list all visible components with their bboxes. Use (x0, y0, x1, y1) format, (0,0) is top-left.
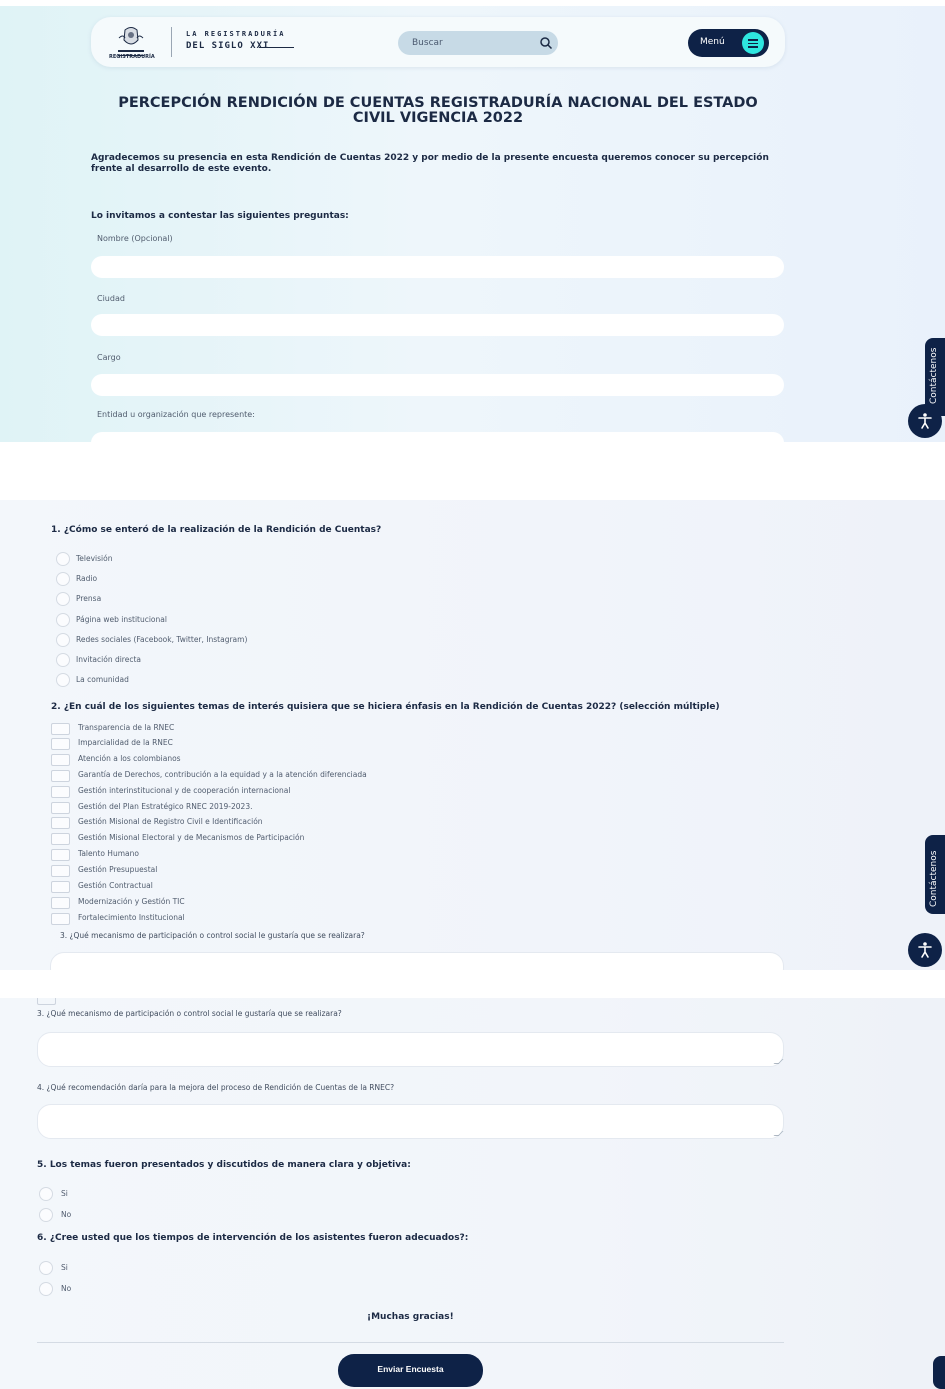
logo-text-line1: LA REGISTRADURÍA (186, 30, 286, 38)
q4-textarea[interactable] (37, 1104, 784, 1139)
option-label: Página web institucional (76, 615, 167, 624)
contact-side-tab[interactable]: Contáctenos (925, 835, 945, 914)
q1-title: 1. ¿Cómo se enteró de la realización de … (51, 525, 382, 535)
checkbox[interactable] (51, 786, 70, 798)
radio-button[interactable] (56, 633, 70, 647)
checkbox[interactable] (51, 817, 70, 829)
radio-button[interactable] (56, 673, 70, 687)
questions-section: 1. ¿Cómo se enteró de la realización de … (0, 500, 945, 970)
radio-button[interactable] (56, 552, 70, 566)
name-label: Nombre (Opcional) (97, 234, 173, 243)
contact-tab-label: Contáctenos (929, 850, 939, 907)
logo-divider (171, 27, 172, 57)
site-header: REGISTRADURÍA LA REGISTRADURÍA DEL SIGLO… (91, 17, 785, 67)
submit-label: Enviar Encuesta (377, 1364, 444, 1374)
position-field[interactable] (91, 374, 784, 396)
checkbox-edge (37, 998, 56, 1005)
q3-title-preview: 3. ¿Qué mecanismo de participación o con… (60, 931, 365, 940)
final-questions-section: 3. ¿Qué mecanismo de participación o con… (0, 998, 945, 1389)
checkbox[interactable] (51, 738, 70, 750)
radio-button[interactable] (39, 1208, 53, 1222)
option-label: Talento Humano (78, 849, 139, 858)
checkbox[interactable] (51, 881, 70, 893)
form-header-section: REGISTRADURÍA LA REGISTRADURÍA DEL SIGLO… (0, 6, 945, 442)
position-label: Cargo (97, 353, 121, 362)
q5-title: 5. Los temas fueron presentados y discut… (37, 1160, 411, 1170)
resize-grip-icon[interactable] (773, 1131, 784, 1136)
checkbox[interactable] (51, 897, 70, 909)
submit-survey-button[interactable]: Enviar Encuesta (338, 1354, 483, 1387)
intro-text: Agradecemos su presencia en esta Rendici… (91, 153, 769, 174)
q3-title: 3. ¿Qué mecanismo de participación o con… (37, 1009, 342, 1018)
q6-title: 6. ¿Cree usted que los tiempos de interv… (37, 1233, 469, 1243)
option-label: Redes sociales (Facebook, Twitter, Insta… (76, 635, 248, 644)
checkbox[interactable] (51, 802, 70, 814)
city-field[interactable] (91, 314, 784, 336)
option-label: Gestión Misional Electoral y de Mecanism… (78, 833, 305, 842)
option-label: Modernización y Gestión TIC (78, 897, 185, 906)
logo-text-line2: DEL SIGLO XXI (186, 41, 270, 51)
checkbox[interactable] (51, 865, 70, 877)
option-label: Transparencia de la RNEC (78, 723, 175, 732)
option-label: Imparcialidad de la RNEC (78, 738, 173, 747)
option-label: Gestión del Plan Estratégico RNEC 2019-2… (78, 802, 253, 811)
option-label: Televisión (76, 554, 113, 563)
checkbox[interactable] (51, 833, 70, 845)
entity-label: Entidad u organización que represente: (97, 410, 255, 419)
logo-small-text: REGISTRADURÍA (109, 54, 155, 60)
option-label: Radio (76, 574, 98, 583)
checkbox[interactable] (51, 754, 70, 766)
radio-button[interactable] (56, 613, 70, 627)
hamburger-icon (742, 32, 764, 54)
city-label: Ciudad (97, 294, 125, 303)
option-label: Invitación directa (76, 655, 141, 664)
invite-text: Lo invitamos a contestar las siguientes … (91, 211, 349, 221)
option-label: Gestión Contractual (78, 881, 153, 890)
q2-title: 2. ¿En cuál de los siguientes temas de i… (51, 702, 720, 712)
radio-button[interactable] (39, 1187, 53, 1201)
checkbox[interactable] (51, 913, 70, 925)
q4-title: 4. ¿Qué recomendación daría para la mejo… (37, 1083, 395, 1092)
accessibility-button[interactable] (908, 404, 942, 438)
accessibility-icon (918, 942, 932, 958)
radio-button[interactable] (39, 1282, 53, 1296)
menu-button[interactable]: Menú (688, 29, 769, 57)
q3-textarea-preview[interactable] (50, 952, 784, 970)
contact-tab-label: Contáctenos (929, 347, 939, 404)
search-icon[interactable] (539, 36, 553, 50)
checkbox[interactable] (51, 849, 70, 861)
contact-side-tab[interactable] (933, 1356, 945, 1389)
radio-button[interactable] (56, 592, 70, 606)
option-label: No (61, 1210, 72, 1219)
page-title: PERCEPCIÓN RENDICIÓN DE CUENTAS REGISTRA… (118, 95, 758, 126)
search-input[interactable] (412, 31, 530, 55)
option-label: Gestión Presupuestal (78, 865, 158, 874)
accessibility-button[interactable] (908, 933, 942, 967)
radio-button[interactable] (56, 572, 70, 586)
accessibility-icon (918, 413, 932, 429)
radio-button[interactable] (56, 653, 70, 667)
option-label: Gestión Misional de Registro Civil e Ide… (78, 817, 263, 826)
q3-textarea[interactable] (37, 1032, 784, 1067)
name-field[interactable] (91, 256, 784, 278)
option-label: Fortalecimiento Institucional (78, 913, 185, 922)
menu-label: Menú (700, 37, 725, 47)
checkbox[interactable] (51, 770, 70, 782)
option-label: Prensa (76, 594, 102, 603)
entity-field[interactable] (91, 432, 784, 442)
option-label: Si (61, 1189, 68, 1198)
radio-button[interactable] (39, 1261, 53, 1275)
checkbox[interactable] (51, 723, 70, 735)
divider (37, 1342, 784, 1343)
option-label: No (61, 1284, 72, 1293)
search-box[interactable] (398, 31, 558, 55)
option-label: Garantía de Derechos, contribución a la … (78, 770, 367, 779)
option-label: Atención a los colombianos (78, 754, 181, 763)
resize-grip-icon[interactable] (773, 1059, 784, 1064)
option-label: Gestión interinstitucional y de cooperac… (78, 786, 291, 795)
option-label: Si (61, 1263, 68, 1272)
thanks-text: ¡Muchas gracias! (367, 1312, 454, 1322)
logo-underline (259, 47, 294, 48)
option-label: La comunidad (76, 675, 129, 684)
